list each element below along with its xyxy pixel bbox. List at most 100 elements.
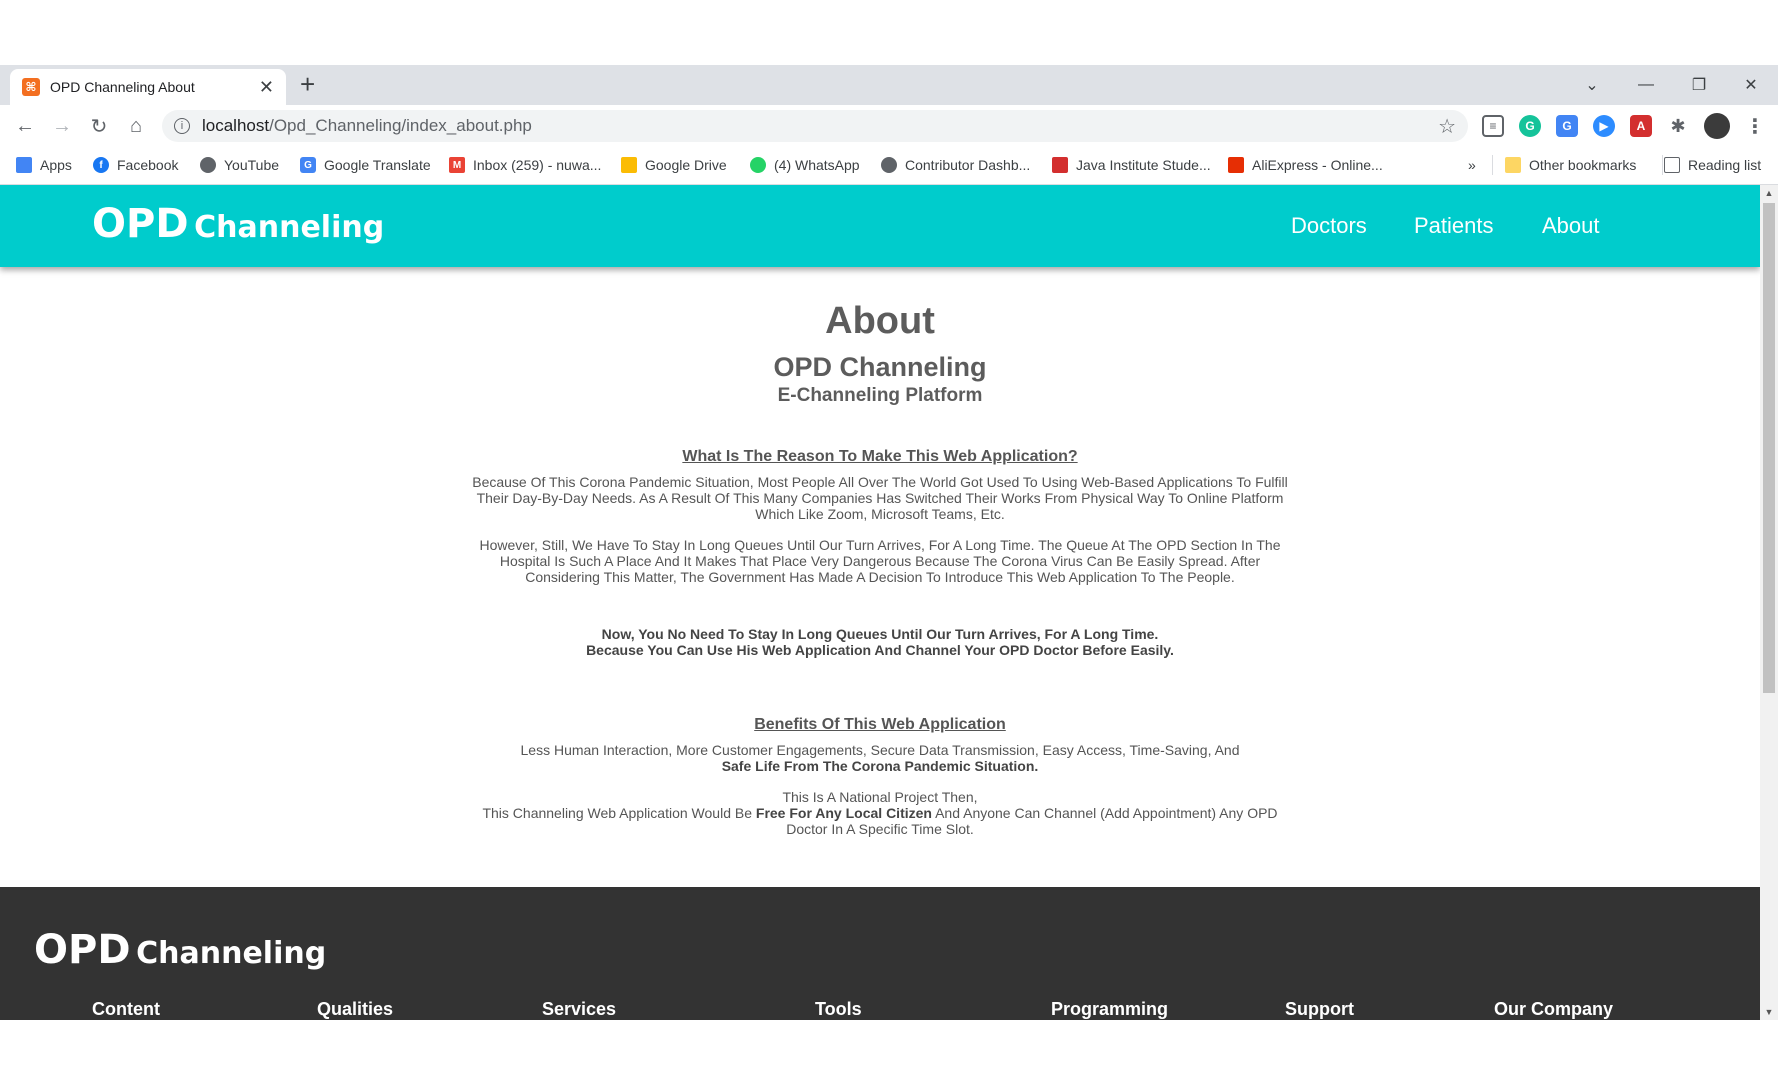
bookmark-label: Inbox (259) - nuwa...	[473, 157, 602, 173]
footer-col-programming: Programming	[1051, 999, 1169, 1019]
whatsapp-icon	[750, 157, 766, 173]
page-scrollbar[interactable]: ▲ ▼	[1760, 185, 1778, 1020]
bookmark-label: Facebook	[117, 157, 179, 173]
footer-col-content: Content	[92, 999, 160, 1019]
other-bookmarks[interactable]: Other bookmarks	[1505, 147, 1636, 183]
tab-search-icon[interactable]: ⌄	[1565, 65, 1619, 105]
extensions-puzzle-icon[interactable]: ✱	[1667, 115, 1689, 137]
bookmark-label: Contributor Dashb...	[905, 157, 1031, 173]
globe-icon	[881, 157, 897, 173]
back-arrow-icon[interactable]: ←	[10, 111, 40, 141]
google-translate-ext-icon[interactable]: G	[1556, 115, 1578, 137]
close-window-icon[interactable]: ✕	[1724, 65, 1778, 105]
bookmark-whatsapp[interactable]: (4) WhatsApp	[750, 147, 860, 183]
national-bold: Free For Any Local Citizen	[755, 805, 932, 821]
benefits-line-2: Safe Life From The Corona Pandemic Situa…	[721, 758, 1039, 774]
bookmark-google-drive[interactable]: Google Drive	[621, 147, 727, 183]
page-viewport: OPD Channeling Doctors Patients About Ab…	[0, 185, 1760, 1020]
new-tab-icon[interactable]: +	[300, 69, 315, 99]
nav-link-about[interactable]: About	[1542, 185, 1600, 267]
reload-icon[interactable]: ↻	[84, 111, 114, 141]
benefits-line-1: Less Human Interaction, More Customer En…	[520, 742, 1240, 758]
aliexpress-icon	[1228, 157, 1244, 173]
nav-link-patients[interactable]: Patients	[1414, 185, 1494, 267]
facebook-icon: f	[93, 157, 109, 173]
bookmarks-divider	[1492, 155, 1493, 175]
footer-logo[interactable]: OPD Channeling	[34, 927, 326, 973]
minimize-icon[interactable]: —	[1619, 65, 1673, 105]
grammarly-icon[interactable]: G	[1519, 115, 1541, 137]
browser-toolbar: ← → ↻ ⌂ i localhost/Opd_Channeling/index…	[0, 105, 1778, 147]
google-drive-icon	[621, 157, 637, 173]
gmail-icon: M	[449, 157, 465, 173]
reading-list-label: Reading list	[1688, 157, 1762, 173]
home-icon[interactable]: ⌂	[121, 111, 151, 141]
other-bookmarks-label: Other bookmarks	[1529, 157, 1637, 173]
site-footer: OPD Channeling Content Qualities Service…	[0, 887, 1760, 1020]
zoom-ext-icon[interactable]: ▶	[1593, 115, 1615, 137]
footer-col-tools: Tools	[815, 999, 862, 1019]
scroll-down-icon[interactable]: ▼	[1760, 1004, 1778, 1020]
pdf-ext-icon[interactable]: A	[1630, 115, 1652, 137]
bookmark-label: Google Translate	[324, 157, 431, 173]
bookmark-contributor[interactable]: Contributor Dashb...	[881, 147, 1030, 183]
site-navbar: OPD Channeling Doctors Patients About	[0, 185, 1760, 267]
highlight-line-2: Because You Can Use His Web Application …	[586, 642, 1174, 658]
footer-col-qualities: Qualities	[317, 999, 394, 1019]
brand-opd: OPD	[92, 201, 189, 247]
bookmark-aliexpress[interactable]: AliExpress - Online...	[1228, 147, 1383, 183]
scroll-up-icon[interactable]: ▲	[1760, 185, 1778, 201]
reason-paragraph-2: However, Still, We Have To Stay In Long …	[479, 537, 1281, 585]
bookmark-label: Google Drive	[645, 157, 727, 173]
url-path: /Opd_Channeling/index_about.php	[269, 116, 532, 135]
brand-channeling: Channeling	[194, 210, 385, 245]
apps-grid-icon	[16, 157, 32, 173]
browser-tabstrip: ⌘ OPD Channeling About ✕ + ⌄ — ❐ ✕	[0, 65, 1778, 105]
footer-brand-opd: OPD	[34, 927, 131, 973]
browser-menu-icon[interactable]: ⋮	[1744, 115, 1766, 138]
bookmark-youtube[interactable]: YouTube	[200, 147, 279, 183]
national-paragraph: This Channeling Web Application Would Be…	[470, 805, 1290, 837]
bookmark-label: AliExpress - Online...	[1252, 157, 1383, 173]
address-url[interactable]: localhost/Opd_Channeling/index_about.php	[202, 116, 1438, 136]
google-translate-icon: G	[300, 157, 316, 173]
national-line-1: This Is A National Project Then,	[782, 789, 978, 805]
bookmark-label: (4) WhatsApp	[774, 157, 860, 173]
page-title: About	[825, 300, 935, 342]
nav-link-doctors[interactable]: Doctors	[1291, 185, 1367, 267]
site-logo[interactable]: OPD Channeling	[92, 201, 384, 247]
national-pre: This Channeling Web Application Would Be	[482, 805, 756, 821]
forward-arrow-icon[interactable]: →	[47, 111, 77, 141]
bookmark-google-translate[interactable]: G Google Translate	[300, 147, 431, 183]
page-subtitle: OPD Channeling	[773, 352, 987, 382]
browser-tab-active[interactable]: ⌘ OPD Channeling About ✕	[10, 69, 286, 105]
bookmarks-divider	[1662, 155, 1663, 175]
footer-col-services: Services	[542, 999, 617, 1019]
bookmark-inbox[interactable]: M Inbox (259) - nuwa...	[449, 147, 601, 183]
address-bar[interactable]: i localhost/Opd_Channeling/index_about.p…	[162, 110, 1468, 142]
footer-brand-channeling: Channeling	[136, 936, 327, 971]
folder-icon	[1505, 157, 1521, 173]
bookmark-apps[interactable]: Apps	[16, 147, 72, 183]
profile-avatar-icon[interactable]	[1704, 113, 1730, 139]
bookmark-facebook[interactable]: f Facebook	[93, 147, 178, 183]
bookmark-label: Java Institute Stude...	[1076, 157, 1211, 173]
restore-icon[interactable]: ❐	[1672, 65, 1726, 105]
site-info-icon[interactable]: i	[174, 118, 190, 134]
reading-list[interactable]: Reading list	[1664, 147, 1761, 183]
page-tagline: E-Channeling Platform	[777, 385, 983, 406]
bookmarks-bar: Apps f Facebook YouTube G Google Translate…	[0, 147, 1778, 185]
scrollbar-thumb[interactable]	[1763, 203, 1775, 693]
globe-icon	[200, 157, 216, 173]
tab-close-icon[interactable]: ✕	[259, 77, 274, 98]
reader-mode-icon[interactable]: ≡	[1482, 115, 1504, 137]
footer-col-support: Support	[1285, 999, 1354, 1019]
more-bookmarks-button[interactable]: »	[1468, 147, 1476, 183]
bookmark-star-icon[interactable]: ☆	[1438, 114, 1456, 139]
url-host: localhost	[202, 116, 270, 135]
bookmark-java-institute[interactable]: Java Institute Stude...	[1052, 147, 1211, 183]
bookmark-label: Apps	[40, 157, 72, 173]
reason-heading: What Is The Reason To Make This Web Appl…	[682, 448, 1078, 465]
xampp-favicon-icon: ⌘	[22, 78, 40, 96]
tab-title: OPD Channeling About	[50, 79, 195, 95]
